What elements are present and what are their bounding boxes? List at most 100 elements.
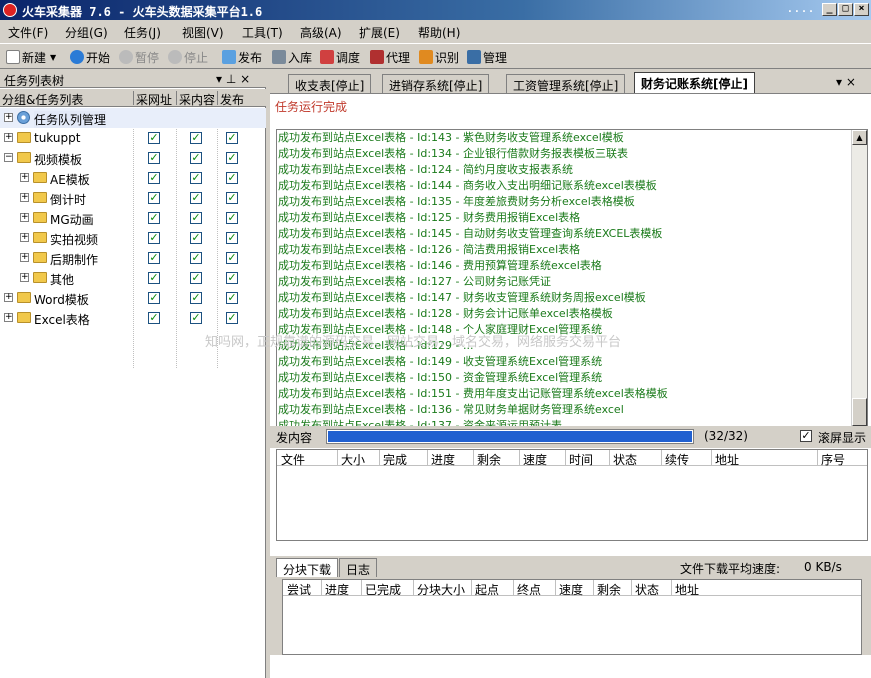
publish-checkbox[interactable]: ✓ [226, 232, 238, 244]
tree-row[interactable]: + 其他 ✓ ✓ ✓ [0, 268, 266, 288]
column-header[interactable]: 文件 [281, 451, 305, 468]
menu-file[interactable]: 文件(F) [8, 24, 48, 41]
new-button[interactable]: 新建 ▼ [6, 48, 56, 66]
column-header[interactable]: 剩余 [477, 451, 501, 468]
collect-content-checkbox[interactable]: ✓ [190, 152, 202, 164]
column-header[interactable]: 地址 [715, 451, 739, 468]
tree-row[interactable]: + Excel表格 ✓ ✓ ✓ [0, 308, 266, 328]
publish-checkbox[interactable]: ✓ [226, 252, 238, 264]
column-header[interactable]: 进度 [325, 581, 349, 598]
chunk-grid[interactable]: 尝试 进度 已完成 分块大小 起点 终点 速度 剩余 状态 地址 [282, 579, 862, 655]
collect-content-checkbox[interactable]: ✓ [190, 272, 202, 284]
log-scrollbar[interactable]: ▲ ▼ [851, 130, 867, 446]
expand-toggle-icon[interactable]: + [20, 193, 29, 202]
expand-toggle-icon[interactable]: + [20, 273, 29, 282]
collect-url-checkbox[interactable]: ✓ [148, 252, 160, 264]
tab-controls[interactable]: ▾ × [836, 75, 856, 89]
tab-log[interactable]: 日志 [339, 558, 378, 577]
collect-url-checkbox[interactable]: ✓ [148, 172, 160, 184]
collect-url-checkbox[interactable]: ✓ [148, 132, 160, 144]
collect-url-checkbox[interactable]: ✓ [148, 312, 160, 324]
proxy-button[interactable]: 代理 [370, 48, 410, 66]
column-header[interactable]: 速度 [559, 581, 583, 598]
col-publish[interactable]: 发布 [220, 91, 244, 108]
publish-checkbox[interactable]: ✓ [226, 292, 238, 304]
collect-url-checkbox[interactable]: ✓ [148, 152, 160, 164]
menu-group[interactable]: 分组(G) [65, 24, 108, 41]
log-output[interactable]: 成功发布到站点Excel表格 - Id:143 - 紫色财务收支管理系统exce… [276, 129, 868, 447]
column-header[interactable]: 续传 [665, 451, 689, 468]
start-button[interactable]: 开始 [70, 48, 110, 66]
download-files-grid[interactable]: 文件 大小 完成 进度 剩余 速度 时间 状态 续传 地址 序号 [276, 449, 868, 541]
publish-checkbox[interactable]: ✓ [226, 272, 238, 284]
tree-row[interactable]: − 视频模板 ✓ ✓ ✓ [0, 148, 266, 168]
expand-toggle-icon[interactable]: + [4, 133, 13, 142]
tree-row[interactable]: + 实拍视频 ✓ ✓ ✓ [0, 228, 266, 248]
expand-toggle-icon[interactable]: + [20, 253, 29, 262]
manage-button[interactable]: 管理 [467, 48, 507, 66]
column-header[interactable]: 完成 [383, 451, 407, 468]
column-header[interactable]: 时间 [569, 451, 593, 468]
menu-advanced[interactable]: 高级(A) [300, 24, 342, 41]
collect-content-checkbox[interactable]: ✓ [190, 292, 202, 304]
expand-toggle-icon[interactable]: + [4, 113, 13, 122]
column-header[interactable]: 起点 [475, 581, 499, 598]
expand-toggle-icon[interactable]: + [20, 213, 29, 222]
column-header[interactable]: 分块大小 [417, 581, 465, 598]
column-header[interactable]: 剩余 [597, 581, 621, 598]
menu-task[interactable]: 任务(J) [124, 24, 161, 41]
column-header[interactable]: 序号 [821, 451, 845, 468]
column-header[interactable]: 大小 [341, 451, 365, 468]
close-button[interactable]: × [854, 3, 869, 16]
column-header[interactable]: 尝试 [287, 581, 311, 598]
collect-content-checkbox[interactable]: ✓ [190, 232, 202, 244]
col-content[interactable]: 采内容 [179, 91, 215, 108]
panel-controls[interactable]: ▾ ⊥ × [216, 72, 250, 86]
tree-row[interactable]: + Word模板 ✓ ✓ ✓ [0, 288, 266, 308]
publish-button[interactable]: 发布 [222, 48, 262, 66]
publish-checkbox[interactable]: ✓ [226, 172, 238, 184]
menu-extend[interactable]: 扩展(E) [359, 24, 400, 41]
tree-row[interactable]: + 后期制作 ✓ ✓ ✓ [0, 248, 266, 268]
expand-toggle-icon[interactable]: − [4, 153, 13, 162]
chevron-down-icon[interactable]: ▼ [50, 53, 56, 62]
column-header[interactable]: 已完成 [365, 581, 401, 598]
tab-chunk-download[interactable]: 分块下载 [276, 558, 339, 577]
recognize-button[interactable]: 识别 [419, 48, 459, 66]
pause-button[interactable]: 暂停 [119, 48, 159, 66]
expand-toggle-icon[interactable]: + [4, 313, 13, 322]
import-button[interactable]: 入库 [272, 48, 312, 66]
col-url[interactable]: 采网址 [136, 91, 172, 108]
collect-content-checkbox[interactable]: ✓ [190, 132, 202, 144]
expand-toggle-icon[interactable]: + [20, 173, 29, 182]
maximize-button[interactable]: □ [838, 3, 853, 16]
stop-button[interactable]: 停止 [168, 48, 208, 66]
menu-view[interactable]: 视图(V) [182, 24, 224, 41]
collect-content-checkbox[interactable]: ✓ [190, 212, 202, 224]
publish-checkbox[interactable]: ✓ [226, 192, 238, 204]
column-header[interactable]: 状态 [635, 581, 659, 598]
publish-checkbox[interactable]: ✓ [226, 152, 238, 164]
tab-inventory[interactable]: 进销存系统[停止] [382, 74, 490, 93]
publish-checkbox[interactable]: ✓ [226, 212, 238, 224]
collect-url-checkbox[interactable]: ✓ [148, 192, 160, 204]
collect-content-checkbox[interactable]: ✓ [190, 192, 202, 204]
publish-checkbox[interactable]: ✓ [226, 132, 238, 144]
column-header[interactable]: 地址 [675, 581, 699, 598]
tab-salary[interactable]: 工资管理系统[停止] [506, 74, 626, 93]
tab-income-expense[interactable]: 收支表[停止] [288, 74, 372, 93]
column-header[interactable]: 终点 [517, 581, 541, 598]
collect-content-checkbox[interactable]: ✓ [190, 172, 202, 184]
collect-url-checkbox[interactable]: ✓ [148, 212, 160, 224]
menu-tools[interactable]: 工具(T) [242, 24, 283, 41]
expand-toggle-icon[interactable]: + [20, 233, 29, 242]
column-header[interactable]: 状态 [613, 451, 637, 468]
collect-url-checkbox[interactable]: ✓ [148, 292, 160, 304]
menu-help[interactable]: 帮助(H) [418, 24, 460, 41]
column-header[interactable]: 进度 [431, 451, 455, 468]
publish-checkbox[interactable]: ✓ [226, 312, 238, 324]
tab-finance[interactable]: 财务记账系统[停止] [634, 72, 755, 93]
tree-row[interactable]: + tukuppt ✓ ✓ ✓ [0, 128, 266, 148]
collect-url-checkbox[interactable]: ✓ [148, 232, 160, 244]
scroll-display-checkbox[interactable]: ✓ [800, 430, 812, 442]
